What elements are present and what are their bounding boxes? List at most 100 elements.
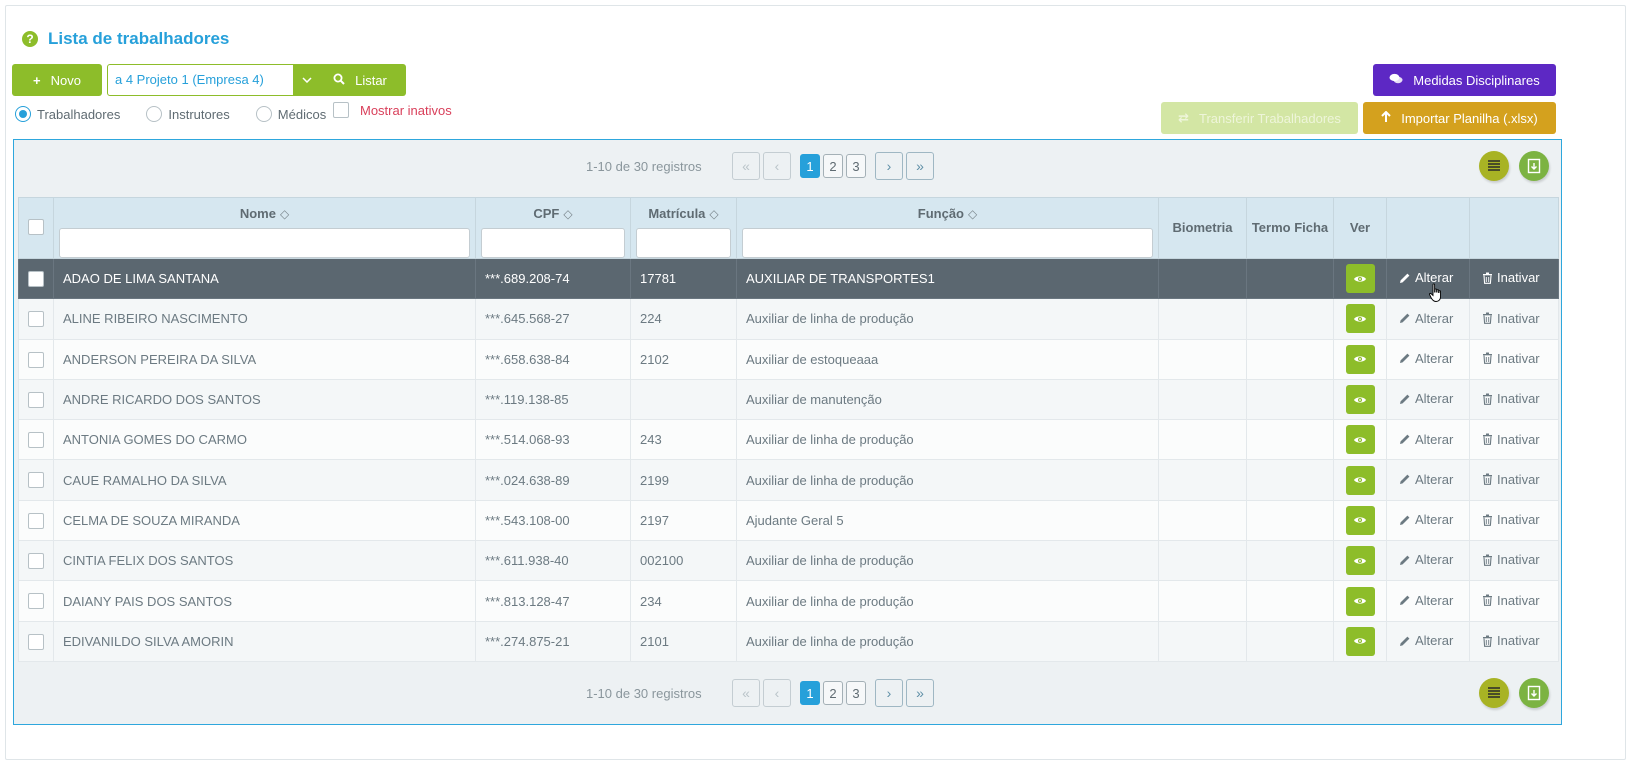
sort-icon[interactable]: ◇ [709, 207, 718, 221]
view-button[interactable] [1345, 264, 1375, 294]
columns-menu-button[interactable] [1479, 678, 1509, 708]
alterar-button[interactable]: Alterar [1399, 552, 1453, 567]
page-1-button[interactable]: 1 [800, 681, 820, 705]
row-checkbox[interactable] [28, 633, 44, 650]
select-all-checkbox[interactable] [28, 219, 44, 235]
inativar-button[interactable]: Inativar [1482, 311, 1540, 326]
page-3-button[interactable]: 3 [846, 681, 866, 705]
cpf-filter-input[interactable] [481, 228, 625, 258]
alterar-button[interactable]: Alterar [1399, 633, 1453, 648]
table-row[interactable]: ANTONIA GOMES DO CARMO ***.514.068-93 243 A… [18, 419, 1559, 461]
radio-circle[interactable] [255, 106, 272, 122]
view-button[interactable] [1345, 505, 1375, 535]
alterar-button[interactable]: Alterar [1399, 391, 1453, 406]
row-checkbox[interactable] [28, 472, 44, 489]
alterar-button[interactable]: Alterar [1399, 472, 1453, 487]
novo-button[interactable]: + Novo [12, 64, 102, 96]
trash-icon [1483, 554, 1492, 566]
first-page-button[interactable]: « [732, 152, 760, 180]
inativar-button[interactable]: Inativar [1482, 472, 1540, 487]
radio-instrutores[interactable]: Instrutores [146, 106, 230, 122]
company-select[interactable]: a 4 Projeto 1 (Empresa 4) [107, 64, 322, 96]
view-button[interactable] [1345, 304, 1375, 334]
next-page-button[interactable]: › [875, 679, 903, 707]
inativar-button[interactable]: Inativar [1482, 391, 1540, 406]
col-nome[interactable]: Nome ◇ [53, 197, 476, 259]
mostrar-inativos-checkbox[interactable]: Mostrar inativos [333, 102, 452, 118]
inativar-button[interactable]: Inativar [1482, 270, 1540, 285]
row-checkbox[interactable] [28, 553, 44, 569]
transferir-trabalhadores-button[interactable]: ⇄ Transferir Trabalhadores [1161, 102, 1358, 134]
trash-icon [1483, 514, 1492, 526]
checkbox[interactable] [333, 102, 349, 118]
table-row[interactable]: CELMA DE SOUZA MIRANDA ***.543.108-00 2197… [18, 500, 1559, 542]
export-button[interactable] [1519, 151, 1549, 181]
table-row[interactable]: ADAO DE LIMA SANTANA ***.689.208-74 17781 A… [18, 258, 1559, 300]
medidas-disciplinares-button[interactable]: Medidas Disciplinares [1373, 64, 1556, 96]
alterar-button[interactable]: Alterar [1399, 593, 1453, 608]
next-page-button[interactable]: › [875, 152, 903, 180]
view-button[interactable] [1345, 385, 1375, 415]
last-page-button[interactable]: » [906, 679, 934, 707]
alterar-button[interactable]: Alterar [1399, 270, 1453, 285]
prev-page-button[interactable]: ‹ [763, 152, 791, 180]
col-cpf[interactable]: CPF ◇ [475, 197, 631, 259]
radio-trabalhadores[interactable]: Trabalhadores [15, 106, 120, 122]
view-button[interactable] [1345, 626, 1375, 656]
alterar-button[interactable]: Alterar [1399, 432, 1453, 447]
alterar-button[interactable]: Alterar [1399, 351, 1453, 366]
table-row[interactable]: CAUE RAMALHO DA SILVA ***.024.638-89 2199 A… [18, 459, 1559, 501]
page-2-button[interactable]: 2 [823, 154, 843, 178]
page-1-button[interactable]: 1 [800, 154, 820, 178]
importar-planilha-button[interactable]: Importar Planilha (.xlsx) [1363, 102, 1556, 134]
first-page-button[interactable]: « [732, 679, 760, 707]
view-button[interactable] [1345, 586, 1375, 616]
table-row[interactable]: ANDERSON PEREIRA DA SILVA ***.658.638-84 2… [18, 339, 1559, 380]
inativar-button[interactable]: Inativar [1482, 351, 1540, 366]
inativar-button[interactable]: Inativar [1482, 593, 1540, 608]
cell-biometria [1158, 298, 1247, 340]
table-row[interactable]: EDIVANILDO SILVA AMORIN ***.274.875-21 210… [18, 621, 1559, 662]
alterar-button[interactable]: Alterar [1399, 512, 1453, 527]
row-checkbox[interactable] [28, 391, 44, 408]
inativar-button[interactable]: Inativar [1482, 633, 1540, 648]
last-page-button[interactable]: » [906, 152, 934, 180]
view-button[interactable] [1345, 425, 1375, 455]
row-checkbox[interactable] [28, 351, 44, 368]
table-row[interactable]: DAIANY PAIS DOS SANTOS ***.813.128-47 234 A… [18, 580, 1559, 622]
radio-circle[interactable] [146, 106, 163, 122]
table-row[interactable]: CINTIA FELIX DOS SANTOS ***.611.938-40 002… [18, 540, 1559, 582]
page-2-button[interactable]: 2 [823, 681, 843, 705]
sort-icon[interactable]: ◇ [563, 207, 572, 221]
alterar-button[interactable]: Alterar [1399, 311, 1453, 326]
row-checkbox[interactable] [28, 311, 44, 328]
nome-filter-input[interactable] [59, 228, 470, 258]
inativar-button[interactable]: Inativar [1482, 432, 1540, 447]
cell-alterar: Alterar [1386, 298, 1470, 340]
col-funcao[interactable]: Função ◇ [736, 197, 1159, 259]
view-button[interactable] [1345, 344, 1375, 374]
radio-circle[interactable] [15, 106, 31, 122]
view-button[interactable] [1345, 546, 1375, 576]
inativar-button[interactable]: Inativar [1482, 512, 1540, 527]
sort-icon[interactable]: ◇ [280, 207, 289, 221]
row-checkbox[interactable] [28, 593, 44, 610]
table-row[interactable]: ALINE RIBEIRO NASCIMENTO ***.645.568-27 22… [18, 298, 1559, 340]
prev-page-button[interactable]: ‹ [763, 679, 791, 707]
col-matricula[interactable]: Matrícula ◇ [630, 197, 737, 259]
row-checkbox[interactable] [28, 512, 44, 529]
table-row[interactable]: ANDRE RICARDO DOS SANTOS ***.119.138-85 Au… [18, 379, 1559, 421]
export-button[interactable] [1519, 678, 1549, 708]
radio-medicos[interactable]: Médicos [255, 106, 326, 122]
help-icon[interactable]: ? [22, 31, 38, 47]
page-3-button[interactable]: 3 [846, 154, 866, 178]
sort-icon[interactable]: ◇ [968, 207, 977, 221]
matricula-filter-input[interactable] [636, 228, 731, 258]
row-checkbox[interactable] [28, 270, 44, 287]
view-button[interactable] [1345, 465, 1375, 495]
row-checkbox[interactable] [28, 432, 44, 449]
inativar-button[interactable]: Inativar [1482, 552, 1540, 567]
funcao-filter-input[interactable] [742, 228, 1153, 258]
columns-menu-button[interactable] [1479, 151, 1509, 181]
listar-button[interactable]: Listar [314, 64, 406, 96]
